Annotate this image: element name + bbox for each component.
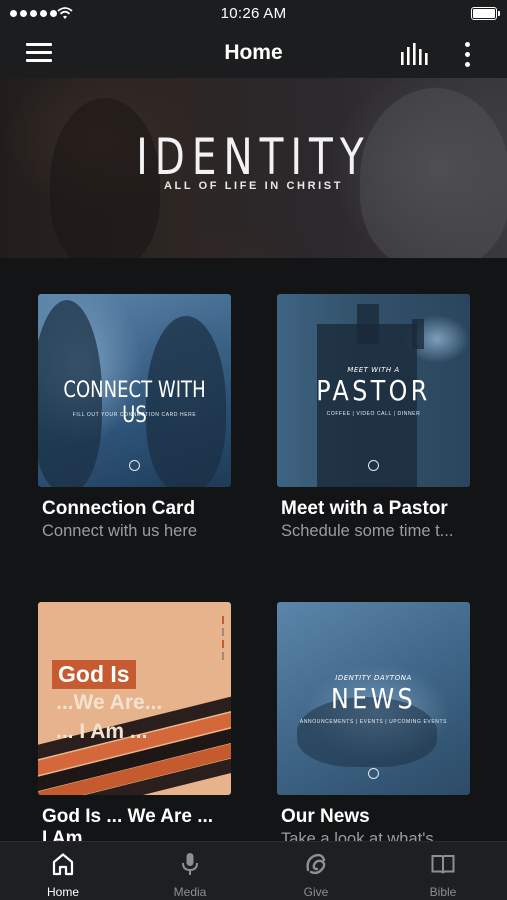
connection-card-image-caption: FILL OUT YOUR CONNECTION CARD HERE [72,412,197,418]
card-title: Connection Card [42,498,196,519]
card-title: Our News [281,806,370,827]
microphone-icon [182,853,198,875]
news-image-kicker: IDENTITY DAYTONA [335,674,412,682]
card-our-news[interactable]: IDENTITY DAYTONA NEWS ANNOUNCEMENTS | EV… [277,602,477,848]
connection-card-image[interactable]: CONNECT WITH US FILL OUT YOUR CONNECTION… [38,294,231,487]
card-subtitle: Connect with us here [42,522,198,540]
card-connection-card[interactable]: CONNECT WITH US FILL OUT YOUR CONNECTION… [38,294,238,554]
tab-give[interactable]: Give [253,842,379,900]
tab-label: Give [303,885,329,899]
hero-subtitle: ALL OF LIFE IN CHRIST [163,180,344,192]
tab-bible[interactable]: Bible [380,842,506,900]
tab-home[interactable]: Home [0,842,126,900]
card-title: God Is ... We Are ... [42,806,214,827]
navigation-bar: Home [0,28,507,78]
battery-icon [471,7,500,20]
home-icon [52,853,74,876]
hero-title: IDENTITY [136,128,371,186]
church-logo-icon [368,768,379,779]
hero-banner[interactable]: IDENTITY ALL OF LIFE IN CHRIST [0,78,507,258]
god-is-label: God Is [52,660,136,689]
more-options-icon[interactable] [458,40,478,70]
card-meet-with-a-pastor[interactable]: MEET WITH A PASTOR COFFEE | VIDEO CALL |… [277,294,477,554]
pastor-image-text: PASTOR [316,374,431,407]
tab-media[interactable]: Media [127,842,253,900]
status-time: 10:26 AM [220,5,287,22]
status-bar: 10:26 AM [0,0,507,28]
i-am-text: ... I Am ... [56,720,148,743]
book-icon [431,855,455,874]
tab-label: Bible [429,885,457,899]
church-logo-icon [129,460,140,471]
pastor-image-caption: COFFEE | VIDEO CALL | DINNER [326,411,421,417]
tab-label: Media [173,885,207,899]
news-image-text: NEWS [330,682,417,715]
card-title: Meet with a Pastor [281,498,448,519]
pastor-image-kicker: MEET WITH A [347,366,400,374]
we-are-text: ...We Are... [56,691,163,714]
tab-label: Home [46,885,79,899]
tab-bar: Home Media Give Bible [0,841,507,900]
give-icon [306,853,326,875]
news-image-caption: ANNOUNCEMENTS | EVENTS | UPCOMING EVENTS [299,719,448,725]
church-logo-icon [368,460,379,471]
meet-with-a-pastor-image[interactable]: MEET WITH A PASTOR COFFEE | VIDEO CALL |… [277,294,470,487]
god-is-image[interactable]: God Is ...We Are... ... I Am ... [38,602,231,795]
card-god-is-we-are-i-am[interactable]: God Is ...We Are... ... I Am ... God Is … [38,602,238,849]
connection-card-image-text: CONNECT WITH US [63,378,206,428]
our-news-image[interactable]: IDENTITY DAYTONA NEWS ANNOUNCEMENTS | EV… [277,602,470,795]
stats-bars-icon[interactable] [398,40,432,68]
card-subtitle: Schedule some time t... [281,522,454,540]
